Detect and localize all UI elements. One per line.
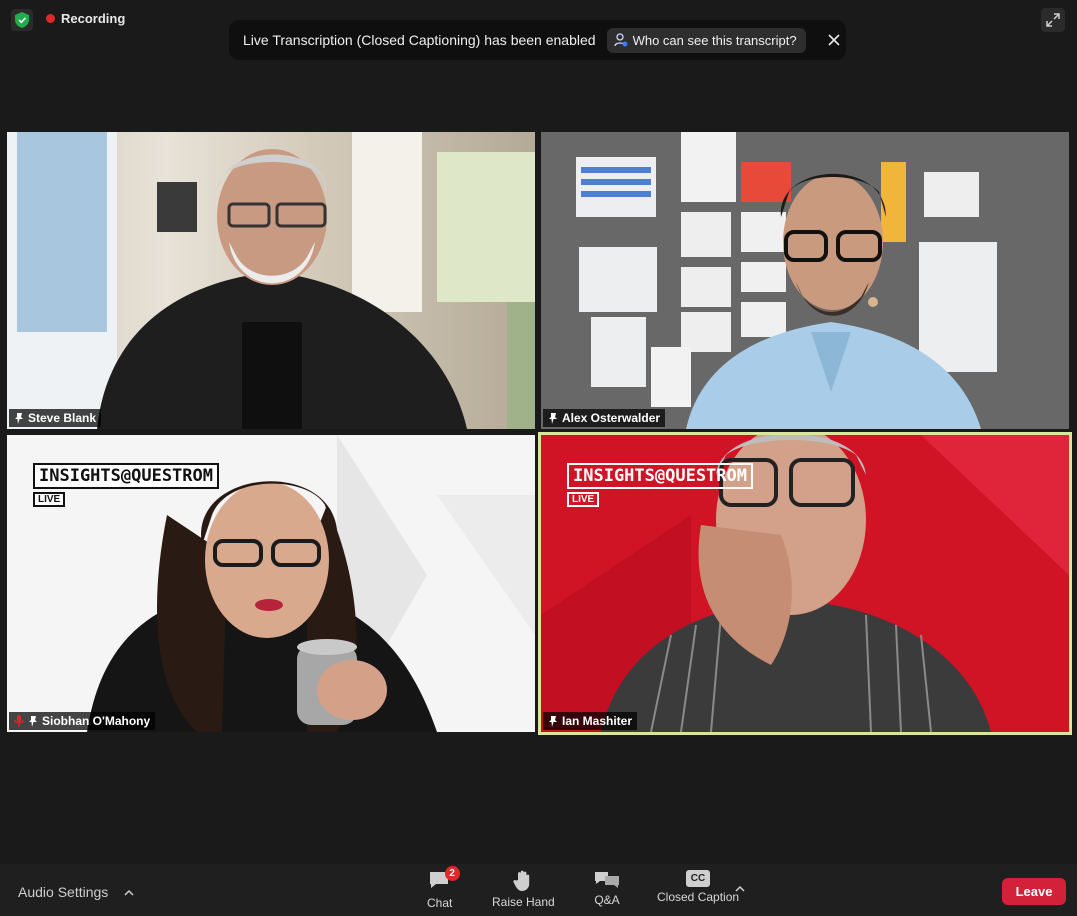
pin-icon [29, 715, 37, 727]
chat-button[interactable]: 2 Chat [427, 866, 460, 910]
participant-name: Steve Blank [28, 411, 97, 425]
pin-icon [549, 715, 557, 727]
cc-icon-text: CC [690, 873, 706, 884]
participant-name-tag: Steve Blank [9, 409, 102, 427]
pin-icon [15, 412, 23, 424]
cc-icon: CC [686, 870, 711, 887]
chat-label: Chat [427, 896, 453, 910]
logo-live: LIVE [567, 492, 600, 507]
audio-settings-button[interactable]: Audio Settings [18, 884, 134, 900]
participant-name: Siobhan O'Mahony [42, 714, 151, 728]
raise-hand-label: Raise Hand [492, 895, 555, 909]
leave-button[interactable]: Leave [1002, 878, 1066, 905]
video-tile-siobhan-omahony[interactable]: INSIGHTS@QUESTROM LIVE Siobhan O'Mahony [7, 435, 535, 732]
recording-indicator[interactable]: Recording [46, 11, 125, 26]
participant-name-tag: Alex Osterwalder [543, 409, 666, 427]
raise-hand-button[interactable]: Raise Hand [492, 870, 555, 909]
video-tile-ian-mashiter[interactable]: INSIGHTS@QUESTROM LIVE Ian Mashiter [538, 432, 1072, 735]
closed-caption-button[interactable]: CC Closed Caption [657, 870, 739, 904]
expand-icon [1046, 13, 1060, 27]
participant-name-tag: Siobhan O'Mahony [9, 712, 156, 730]
fullscreen-button[interactable] [1041, 8, 1065, 32]
notice-text: Live Transcription (Closed Captioning) h… [243, 32, 596, 48]
chat-icon: 2 [428, 866, 460, 893]
who-can-see-transcript-button[interactable]: Who can see this transcript? [606, 27, 806, 53]
logo-text: INSIGHTS@QUESTROM [33, 463, 219, 489]
chevron-up-icon[interactable] [124, 889, 134, 896]
close-notice-button[interactable] [826, 32, 842, 48]
qa-button[interactable]: Q&A [594, 870, 620, 907]
video-tile-alex-osterwalder[interactable]: Alex Osterwalder [541, 132, 1069, 429]
logo-text: INSIGHTS@QUESTROM [567, 463, 753, 489]
participant-name: Alex Osterwalder [562, 411, 661, 425]
questrom-logo: INSIGHTS@QUESTROM LIVE [33, 463, 219, 507]
qa-icon [595, 872, 619, 888]
participant-name: Ian Mashiter [562, 714, 633, 728]
mic-muted-icon [14, 715, 24, 727]
security-shield-icon[interactable] [11, 9, 33, 31]
video-frame [7, 132, 535, 429]
qa-label: Q&A [594, 893, 620, 907]
person-info-icon [613, 33, 628, 47]
leave-label: Leave [1015, 884, 1053, 899]
close-icon [828, 34, 840, 46]
video-frame [541, 132, 1069, 429]
questrom-logo: INSIGHTS@QUESTROM LIVE [567, 463, 753, 507]
raise-hand-icon [513, 870, 530, 891]
audio-settings-label: Audio Settings [18, 884, 109, 900]
recording-dot-icon [46, 14, 55, 23]
pin-icon [549, 412, 557, 424]
participant-name-tag: Ian Mashiter [543, 712, 638, 730]
transcription-notice: Live Transcription (Closed Captioning) h… [229, 20, 846, 60]
who-button-label: Who can see this transcript? [632, 32, 797, 48]
video-tile-steve-blank[interactable]: Steve Blank [7, 132, 535, 429]
closed-caption-label: Closed Caption [657, 890, 740, 904]
logo-live: LIVE [33, 492, 66, 507]
closed-caption-options[interactable] [735, 879, 745, 897]
chat-badge: 2 [444, 866, 460, 881]
chevron-up-icon [735, 885, 745, 892]
recording-label: Recording [61, 11, 126, 26]
